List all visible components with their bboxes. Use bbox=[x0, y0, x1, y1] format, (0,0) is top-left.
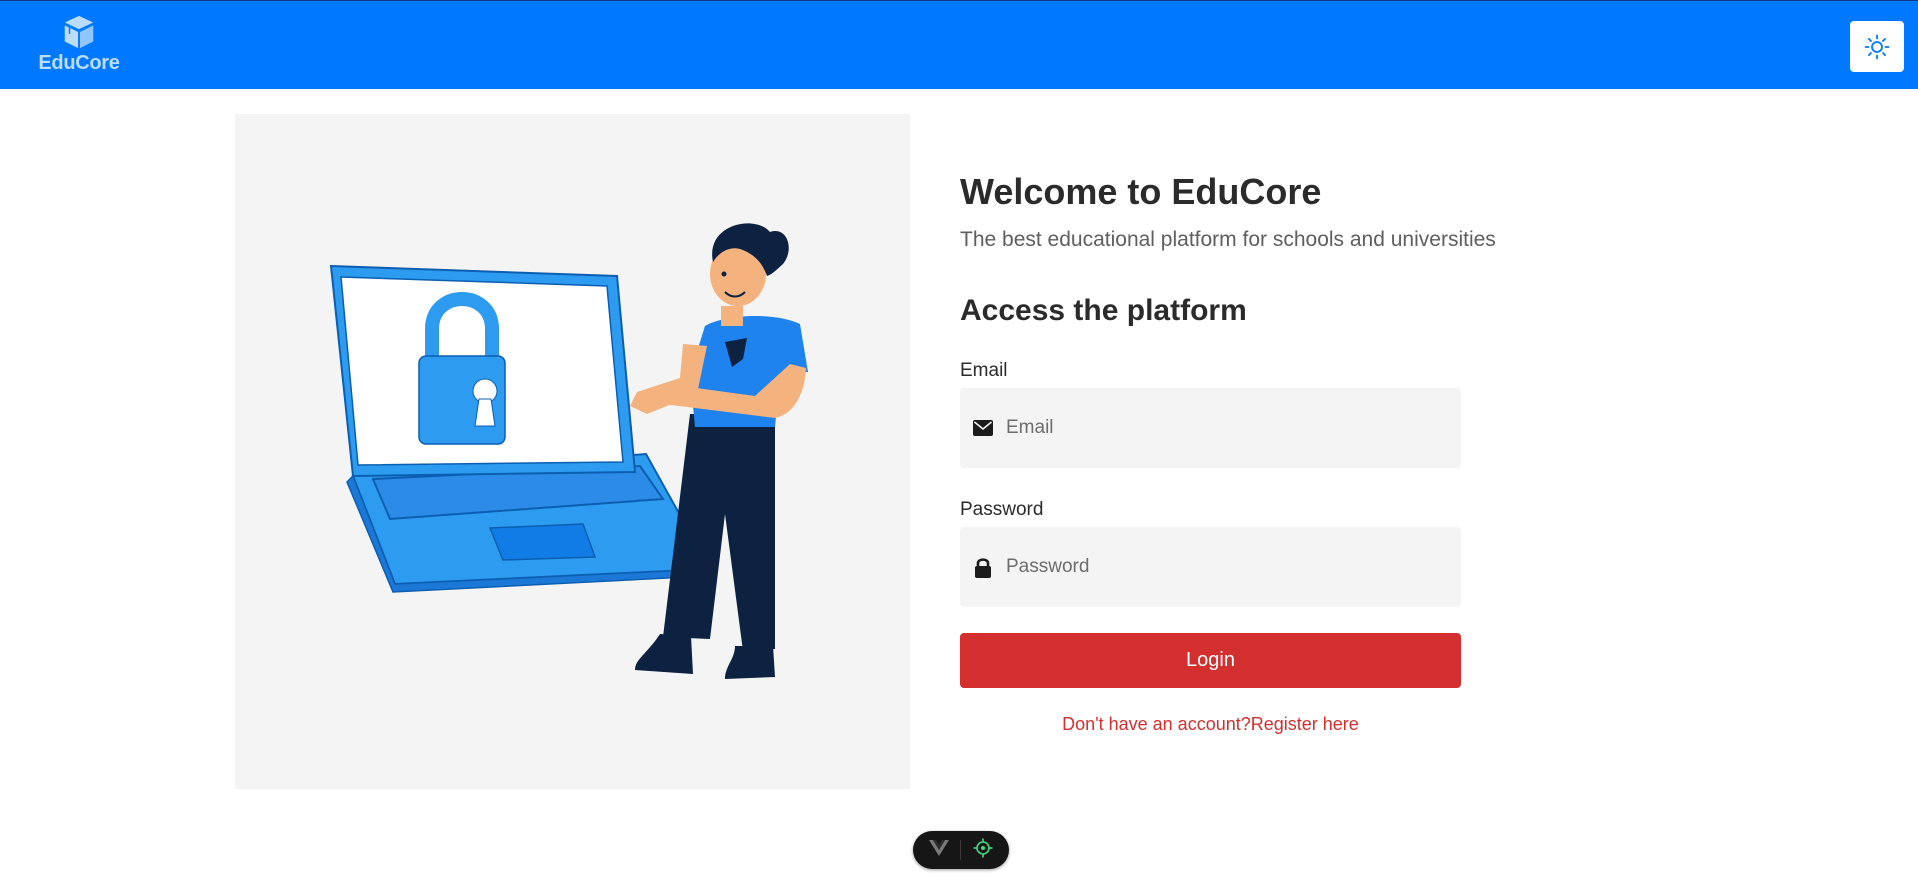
person-laptop-lock-illustration bbox=[329, 223, 808, 679]
envelope-icon bbox=[972, 417, 994, 439]
access-title: Access the platform bbox=[960, 294, 1247, 327]
login-button[interactable]: Login bbox=[960, 633, 1461, 688]
register-question: Don't have an account? bbox=[1062, 714, 1251, 734]
email-input[interactable] bbox=[1006, 417, 1446, 439]
login-panel: Welcome to EduCore The best educational … bbox=[960, 165, 1560, 735]
devtools-toolbar[interactable] bbox=[913, 831, 1009, 869]
email-label: Email bbox=[960, 360, 1008, 381]
top-navbar: EduCore bbox=[0, 0, 1918, 89]
vue-logo-icon[interactable] bbox=[928, 839, 949, 861]
crosshair-icon[interactable] bbox=[973, 838, 993, 863]
register-link[interactable]: Register here bbox=[1251, 714, 1359, 734]
password-field-wrapper[interactable] bbox=[960, 527, 1461, 607]
login-illustration bbox=[235, 114, 910, 789]
welcome-title: Welcome to EduCore bbox=[960, 171, 1322, 212]
lock-icon bbox=[972, 556, 994, 578]
cube-box-icon bbox=[64, 15, 94, 49]
password-label: Password bbox=[960, 499, 1044, 520]
theme-toggle-button[interactable] bbox=[1850, 21, 1904, 72]
welcome-subtitle: The best educational platform for school… bbox=[960, 228, 1496, 251]
logo-text: EduCore bbox=[38, 52, 120, 74]
toolbar-divider bbox=[960, 840, 962, 860]
register-prompt: Don't have an account?Register here bbox=[960, 714, 1461, 735]
email-field-wrapper[interactable] bbox=[960, 388, 1461, 468]
app-logo[interactable]: EduCore bbox=[34, 13, 124, 77]
sun-icon bbox=[1864, 34, 1890, 59]
password-input[interactable] bbox=[1006, 556, 1446, 578]
